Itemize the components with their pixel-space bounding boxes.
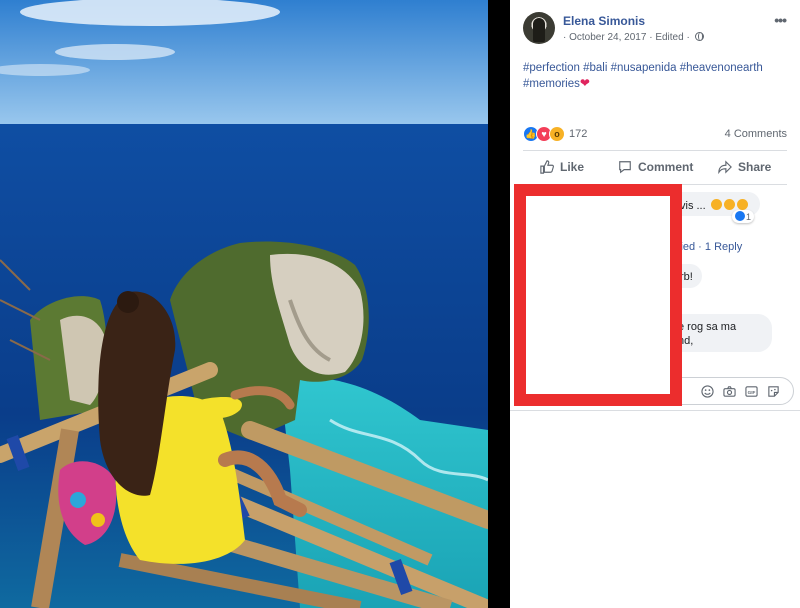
comment-like-count[interactable]: 1 [732, 210, 755, 223]
hashtag-link[interactable]: #bali [583, 62, 607, 74]
like-icon [735, 211, 745, 221]
emoji-icon [723, 199, 735, 210]
camera-icon[interactable] [723, 385, 736, 398]
post-separator: · [563, 32, 567, 43]
share-button[interactable]: Share [718, 160, 771, 174]
heart-emoji: ❤ [579, 76, 590, 90]
wow-icon: o [549, 126, 565, 142]
hashtag-link[interactable]: #perfection [523, 62, 580, 74]
divider [523, 150, 787, 151]
emoji-icon [710, 199, 722, 210]
hashtag-link[interactable]: #nusapenida [611, 62, 677, 74]
like-label: Like [560, 160, 585, 174]
gif-icon[interactable]: GIF [745, 385, 758, 398]
more-options-icon[interactable]: ••• [774, 12, 787, 28]
reaction-count: 172 [569, 128, 588, 140]
thumbs-up-icon [540, 160, 554, 174]
photo-scene [0, 0, 488, 608]
sticker-icon[interactable] [767, 385, 780, 398]
lightbox-gap [488, 0, 510, 608]
svg-text:GIF: GIF [748, 390, 756, 395]
redaction-box [514, 184, 682, 406]
author-name[interactable]: Elena Simonis [563, 14, 645, 28]
hashtag-link[interactable]: #memories [523, 78, 580, 90]
post-date[interactable]: October 24, 2017 [569, 32, 646, 43]
globe-icon [694, 32, 704, 41]
meta-separator: · [649, 32, 653, 43]
post-photo[interactable] [0, 0, 488, 608]
post-caption: #perfection #bali #nusapenida #heavenone… [523, 61, 783, 92]
author-avatar[interactable] [523, 12, 555, 44]
post-details-panel: Elena Simonis · October 24, 2017 · Edite… [510, 0, 800, 608]
post-meta: · October 24, 2017 · Edited · [563, 32, 704, 43]
comments-count[interactable]: 4 Comments [725, 128, 787, 140]
like-button[interactable]: Like [540, 160, 584, 174]
comment-button[interactable]: Comment [618, 160, 693, 174]
emoji-picker-icon[interactable] [701, 385, 714, 398]
share-label: Share [738, 160, 772, 174]
comment-text: e rog sa ma [678, 321, 737, 333]
share-arrow-icon [718, 160, 732, 174]
divider [510, 410, 800, 411]
comment-label: Comment [638, 160, 694, 174]
edited-label[interactable]: Edited [655, 32, 683, 43]
hashtag-link[interactable]: #heavenonearth [680, 62, 763, 74]
replies-link[interactable]: lied · 1 Reply [678, 241, 742, 253]
meta-separator: · [686, 32, 690, 43]
emoji-icon [736, 199, 748, 210]
speech-bubble-icon [619, 161, 631, 174]
